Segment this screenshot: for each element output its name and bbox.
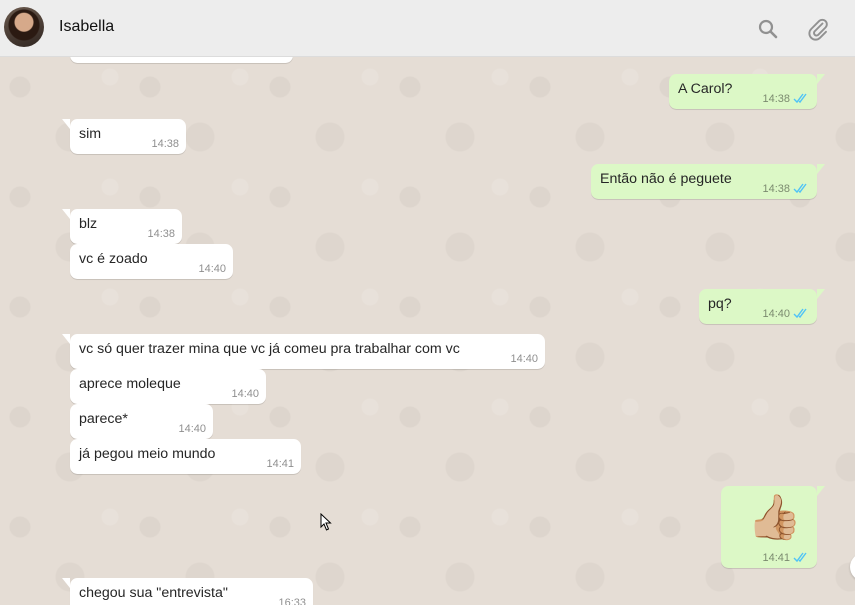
message-time: 14:41: [762, 552, 790, 564]
message-bubble[interactable]: parece* 14:40: [70, 404, 213, 439]
message-time: 14:40: [231, 388, 259, 400]
message-time: 14:38: [762, 93, 790, 105]
search-icon[interactable]: [756, 17, 780, 41]
message-text: pq?: [708, 296, 732, 312]
contact-avatar[interactable]: [4, 7, 44, 47]
thumbs-up-emoji: 👍🏼: [747, 493, 802, 542]
message-text: aprece moleque: [79, 376, 181, 392]
message-text: vc só quer trazer mina que vc já comeu p…: [79, 341, 460, 357]
double-check-icon: [793, 183, 807, 194]
message-time: 14:40: [178, 423, 206, 435]
contact-name[interactable]: Isabella: [59, 18, 114, 36]
message-time: 14:38: [147, 228, 175, 240]
message-text: Então não é peguete: [600, 171, 732, 187]
double-check-icon: [793, 93, 807, 104]
message-bubble[interactable]: vc é zoado 14:40: [70, 244, 233, 279]
paperclip-icon[interactable]: [806, 17, 830, 41]
message-bubble[interactable]: chegou sua "entrevista" 16:33: [62, 578, 313, 605]
message-text: blz: [79, 216, 98, 232]
message-text: já pegou meio mundo: [79, 446, 216, 462]
message-bubble[interactable]: aprece moleque 14:40: [70, 369, 266, 404]
mouse-cursor-icon: [320, 513, 332, 531]
double-check-icon: [793, 308, 807, 319]
scroll-down-button[interactable]: [850, 553, 855, 581]
message-text: sim: [79, 126, 102, 142]
message-time: 14:38: [151, 138, 179, 150]
message-text: vc é zoado: [79, 251, 148, 267]
message-list[interactable]: A Carol? 14:38 sim 14:38 Então não é peg…: [0, 57, 855, 605]
message-bubble[interactable]: sim 14:38: [62, 119, 186, 154]
message-bubble[interactable]: blz 14:38: [62, 209, 182, 244]
message-bubble[interactable]: já pegou meio mundo 14:41: [70, 439, 301, 474]
message-time: 14:38: [762, 183, 790, 195]
message-text: A Carol?: [678, 81, 733, 97]
double-check-icon: [793, 552, 807, 563]
message-text: chegou sua "entrevista": [79, 585, 228, 601]
message-time: 14:40: [510, 353, 538, 365]
message-time: 14:41: [266, 458, 294, 470]
emoji-message-bubble[interactable]: 👍🏼 14:41: [721, 486, 825, 568]
message-bubble[interactable]: Então não é peguete 14:38: [591, 164, 825, 199]
message-bubble[interactable]: A Carol? 14:38: [669, 74, 825, 109]
message-bubble[interactable]: vc só quer trazer mina que vc já comeu p…: [62, 334, 545, 369]
message-time: 16:33: [278, 597, 306, 605]
message-text: parece*: [79, 411, 128, 427]
message-bubble-partial: [70, 57, 293, 63]
message-time: 14:40: [198, 263, 226, 275]
message-bubble[interactable]: pq? 14:40: [699, 289, 825, 324]
chat-header: Isabella: [0, 0, 855, 57]
message-time: 14:40: [762, 308, 790, 320]
